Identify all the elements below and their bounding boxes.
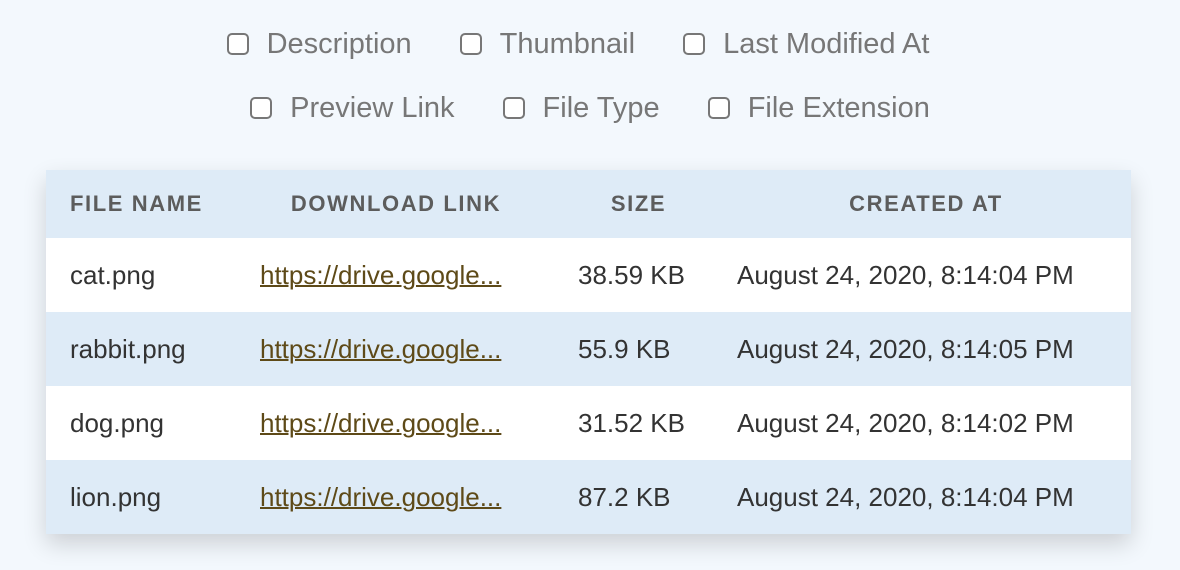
created-at-cell: August 24, 2020, 8:14:05 PM — [737, 333, 1074, 364]
last-modified-at-checkbox[interactable] — [683, 33, 706, 55]
table-header-row: FILE NAME DOWNLOAD LINK SIZE CREATED AT — [46, 170, 1131, 238]
file-name-cell: cat.png — [70, 259, 156, 290]
table-row: dog.png https://drive.google... 31.52 KB… — [46, 386, 1131, 460]
file-name-cell: dog.png — [70, 407, 164, 438]
files-table-container: FILE NAME DOWNLOAD LINK SIZE CREATED AT … — [46, 170, 1131, 534]
table-row: cat.png https://drive.google... 38.59 KB… — [46, 238, 1131, 312]
column-options-row-2: Preview Link File Type File Extension — [0, 88, 1180, 128]
download-link[interactable]: https://drive.google... — [260, 408, 501, 438]
thumbnail-checkbox[interactable] — [459, 33, 482, 55]
header-created-at[interactable]: CREATED AT — [721, 170, 1131, 238]
file-type-checkbox[interactable] — [502, 97, 525, 119]
option-last-modified-at[interactable]: Last Modified At — [683, 28, 929, 61]
column-options-row-1: Description Thumbnail Last Modified At — [0, 24, 1180, 64]
option-file-extension[interactable]: File Extension — [707, 91, 930, 125]
size-cell: 31.52 KB — [578, 407, 685, 438]
file-name-cell: lion.png — [70, 481, 162, 512]
download-link[interactable]: https://drive.google... — [260, 260, 501, 290]
size-cell: 38.59 KB — [578, 259, 685, 290]
preview-link-checkbox[interactable] — [250, 97, 273, 119]
file-name-cell: rabbit.png — [70, 333, 186, 364]
file-extension-checkbox[interactable] — [707, 97, 730, 119]
option-label: Preview Link — [290, 91, 455, 124]
download-link[interactable]: https://drive.google... — [260, 334, 501, 364]
download-link[interactable]: https://drive.google... — [260, 482, 501, 512]
files-table: FILE NAME DOWNLOAD LINK SIZE CREATED AT … — [46, 170, 1131, 534]
option-label: File Extension — [747, 91, 930, 124]
size-cell: 55.9 KB — [578, 333, 671, 364]
option-preview-link[interactable]: Preview Link — [250, 91, 455, 125]
option-label: Thumbnail — [499, 27, 636, 60]
created-at-cell: August 24, 2020, 8:14:04 PM — [737, 481, 1074, 512]
header-download-link[interactable]: DOWNLOAD LINK — [236, 170, 556, 238]
created-at-cell: August 24, 2020, 8:14:02 PM — [737, 407, 1074, 438]
option-label: Last Modified At — [723, 27, 930, 60]
header-size[interactable]: SIZE — [556, 170, 721, 238]
table-row: rabbit.png https://drive.google... 55.9 … — [46, 312, 1131, 386]
option-description[interactable]: Description — [226, 27, 412, 61]
option-file-type[interactable]: File Type — [502, 91, 660, 125]
option-label: Description — [266, 27, 412, 60]
option-thumbnail[interactable]: Thumbnail — [459, 27, 636, 61]
description-checkbox[interactable] — [226, 33, 249, 55]
table-row: lion.png https://drive.google... 87.2 KB… — [46, 460, 1131, 534]
created-at-cell: August 24, 2020, 8:14:04 PM — [737, 259, 1074, 290]
size-cell: 87.2 KB — [578, 481, 671, 512]
option-label: File Type — [542, 91, 660, 124]
header-file-name[interactable]: FILE NAME — [46, 170, 236, 238]
